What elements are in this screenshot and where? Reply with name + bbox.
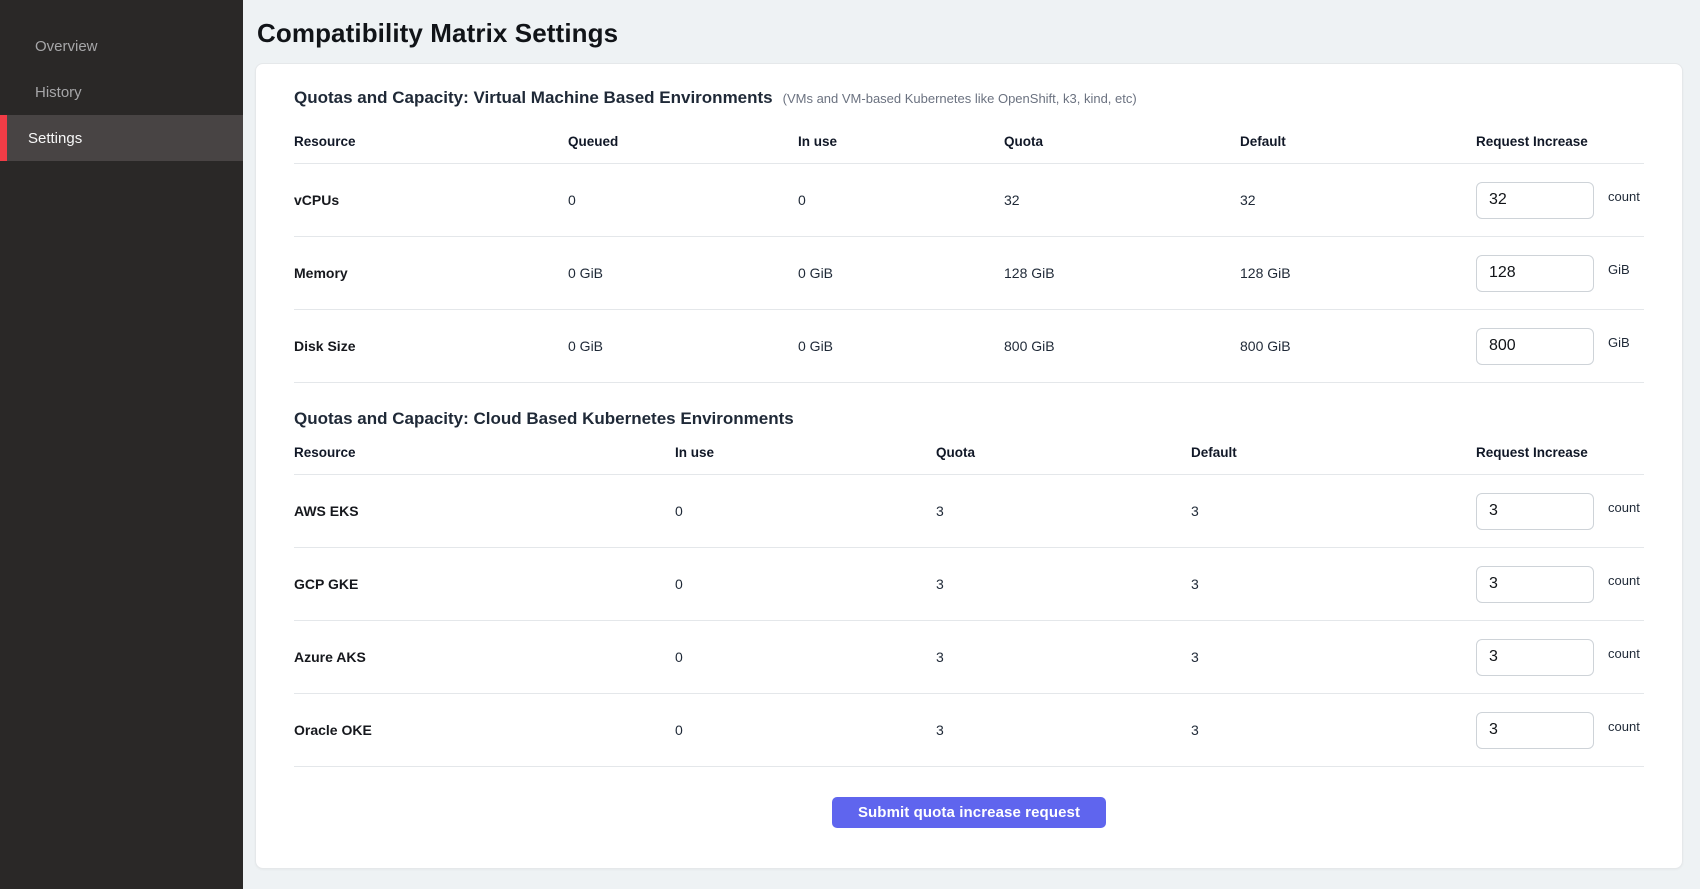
vm-col-resource: Resource [294, 134, 568, 149]
vm-section-header: Quotas and Capacity: Virtual Machine Bas… [294, 88, 1644, 108]
default-value: 3 [1191, 503, 1476, 519]
quota-value: 128 GiB [1004, 265, 1240, 281]
cloud-section-header: Quotas and Capacity: Cloud Based Kuberne… [294, 409, 1644, 429]
in-use-value: 0 [675, 722, 936, 738]
in-use-value: 0 [798, 192, 1004, 208]
submit-row: Submit quota increase request [294, 797, 1644, 828]
main-content: Compatibility Matrix Settings Quotas and… [243, 0, 1700, 889]
vm-col-in-use: In use [798, 134, 1004, 149]
default-value: 3 [1191, 649, 1476, 665]
unit-label: GiB [1608, 262, 1630, 277]
quota-value: 3 [936, 576, 1191, 592]
table-row-azure-aks: Azure AKS 0 3 3 count [294, 621, 1644, 694]
in-use-value: 0 [675, 649, 936, 665]
table-row-oracle-oke: Oracle OKE 0 3 3 count [294, 694, 1644, 767]
aws-eks-request-input[interactable] [1476, 493, 1594, 530]
cloud-col-request-increase: Request Increase [1476, 445, 1644, 460]
unit-label: count [1608, 646, 1640, 661]
unit-label: GiB [1608, 335, 1630, 350]
table-row-aws-eks: AWS EKS 0 3 3 count [294, 475, 1644, 548]
in-use-value: 0 GiB [798, 265, 1004, 281]
sidebar-item-settings[interactable]: Settings [0, 115, 243, 161]
vm-col-request-increase: Request Increase [1476, 134, 1644, 149]
quota-value: 3 [936, 649, 1191, 665]
in-use-value: 0 GiB [798, 338, 1004, 354]
quota-value: 800 GiB [1004, 338, 1240, 354]
azure-aks-request-input[interactable] [1476, 639, 1594, 676]
queued-value: 0 GiB [568, 265, 798, 281]
vm-table-header: Resource Queued In use Quota Default Req… [294, 108, 1644, 164]
vm-col-quota: Quota [1004, 134, 1240, 149]
cloud-col-default: Default [1191, 445, 1476, 460]
vcpus-request-input[interactable] [1476, 182, 1594, 219]
default-value: 800 GiB [1240, 338, 1476, 354]
cloud-col-resource: Resource [294, 445, 675, 460]
page-title: Compatibility Matrix Settings [257, 18, 1683, 49]
oracle-oke-request-input[interactable] [1476, 712, 1594, 749]
resource-name: AWS EKS [294, 503, 675, 519]
table-row-memory: Memory 0 GiB 0 GiB 128 GiB 128 GiB GiB [294, 237, 1644, 310]
default-value: 3 [1191, 576, 1476, 592]
default-value: 3 [1191, 722, 1476, 738]
vm-section-title: Quotas and Capacity: Virtual Machine Bas… [294, 88, 773, 108]
vm-col-queued: Queued [568, 134, 798, 149]
table-row-disk-size: Disk Size 0 GiB 0 GiB 800 GiB 800 GiB Gi… [294, 310, 1644, 383]
resource-name: GCP GKE [294, 576, 675, 592]
cloud-col-in-use: In use [675, 445, 936, 460]
resource-name: Disk Size [294, 338, 568, 354]
table-row-gcp-gke: GCP GKE 0 3 3 count [294, 548, 1644, 621]
in-use-value: 0 [675, 576, 936, 592]
resource-name: vCPUs [294, 192, 568, 208]
resource-name: Azure AKS [294, 649, 675, 665]
sidebar-item-label: Overview [35, 38, 98, 55]
disk-size-request-input[interactable] [1476, 328, 1594, 365]
resource-name: Memory [294, 265, 568, 281]
gcp-gke-request-input[interactable] [1476, 566, 1594, 603]
app-window: Overview History Settings Compatibility … [0, 0, 1700, 889]
memory-request-input[interactable] [1476, 255, 1594, 292]
table-row-vcpus: vCPUs 0 0 32 32 count [294, 164, 1644, 237]
sidebar-item-history[interactable]: History [0, 69, 243, 115]
unit-label: count [1608, 500, 1640, 515]
quota-value: 3 [936, 722, 1191, 738]
sidebar-item-label: Settings [28, 130, 82, 147]
quota-value: 3 [936, 503, 1191, 519]
cloud-section-title: Quotas and Capacity: Cloud Based Kuberne… [294, 409, 794, 429]
in-use-value: 0 [675, 503, 936, 519]
sidebar: Overview History Settings [0, 0, 243, 889]
unit-label: count [1608, 719, 1640, 734]
submit-quota-increase-button[interactable]: Submit quota increase request [832, 797, 1106, 828]
quota-value: 32 [1004, 192, 1240, 208]
default-value: 32 [1240, 192, 1476, 208]
sidebar-item-overview[interactable]: Overview [0, 23, 243, 69]
resource-name: Oracle OKE [294, 722, 675, 738]
sidebar-item-label: History [35, 84, 82, 101]
queued-value: 0 GiB [568, 338, 798, 354]
cloud-col-quota: Quota [936, 445, 1191, 460]
vm-col-default: Default [1240, 134, 1476, 149]
queued-value: 0 [568, 192, 798, 208]
settings-card: Quotas and Capacity: Virtual Machine Bas… [255, 63, 1683, 869]
cloud-table-header: Resource In use Quota Default Request In… [294, 429, 1644, 475]
unit-label: count [1608, 573, 1640, 588]
unit-label: count [1608, 189, 1640, 204]
vm-section-subtitle: (VMs and VM-based Kubernetes like OpenSh… [783, 91, 1137, 106]
default-value: 128 GiB [1240, 265, 1476, 281]
